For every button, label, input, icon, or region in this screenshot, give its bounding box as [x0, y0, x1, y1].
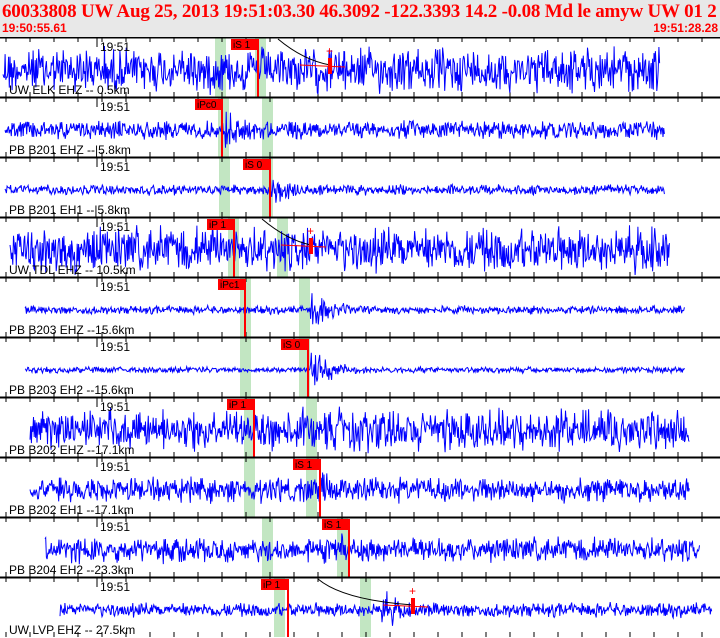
trace-row[interactable]: iS 0 19:51 PB B201 EH1 --|5.8km	[0, 156, 720, 217]
trace-row[interactable]: iPc0 19:51 PB B201 EHZ --|5.8km	[0, 96, 720, 157]
waveform	[4, 173, 665, 203]
station-label: UW TDL EHZ -- 10.5km	[9, 263, 136, 277]
trace-row[interactable]: + iP 1 19:51 UW TDL EHZ -- 10.5km	[0, 216, 720, 277]
time-label: 19:51	[100, 580, 130, 594]
station-label: PB B203 EHZ --15.6km	[9, 323, 134, 337]
time-label: 19:51	[100, 280, 130, 294]
trace-row[interactable]: iPc1 19:51 PB B203 EHZ --15.6km	[0, 276, 720, 337]
station-label: PB B204 EH2 --23.3km	[9, 563, 134, 577]
phase-window	[360, 577, 371, 637]
station-label: PB B202 EHZ --17.1km	[9, 443, 134, 457]
station-label: PB B202 EH1 --17.1km	[9, 503, 134, 517]
time-label: 19:51	[100, 460, 130, 474]
trace-row[interactable]: iS 0 19:51 PB B203 EH2 --15.6km	[0, 336, 720, 397]
amplitude-marker	[328, 58, 332, 74]
amp-plus-icon: +	[326, 44, 333, 58]
pick-label: iS 1	[295, 460, 313, 471]
pick-label: iS 1	[324, 520, 342, 531]
amp-plus-icon: +	[307, 224, 314, 238]
pick-label: iPc0	[197, 100, 217, 111]
event-title: 60033808 UW Aug 25, 2013 19:51:03.30 46.…	[2, 1, 717, 22]
pick-label: iS 1	[233, 40, 251, 51]
amplitude-marker	[309, 238, 313, 254]
coda-curve	[277, 38, 331, 66]
station-label: PB B201 EH1 --|5.8km	[9, 203, 130, 217]
waveform	[44, 533, 700, 565]
pick-label: iP 1	[263, 580, 280, 591]
pick-label: iS 0	[283, 340, 301, 351]
time-label: 19:51	[100, 520, 130, 534]
time-label: 19:51	[100, 100, 130, 114]
station-label: UW ELK EHZ -- 0.5km	[9, 83, 130, 97]
amp-plus-icon: +	[409, 584, 416, 598]
trace-row[interactable]: + iS 1 19:51 UW ELK EHZ -- 0.5km	[0, 37, 720, 97]
end-time: 19:51:28.28	[653, 21, 718, 35]
start-time: 19:50:55.61	[2, 21, 67, 35]
trace-row[interactable]: iS 1 19:51 PB B204 EH2 --23.3km	[0, 516, 720, 577]
event-header: 60033808 UW Aug 25, 2013 19:51:03.30 46.…	[0, 0, 720, 37]
station-label: PB B201 EHZ --|5.8km	[9, 143, 131, 157]
station-label: PB B203 EH2 --15.6km	[9, 383, 134, 397]
time-label: 19:51	[100, 160, 130, 174]
waveform	[24, 352, 685, 386]
waveform	[59, 591, 713, 626]
pick-label: iP 1	[229, 400, 246, 411]
waveform	[29, 472, 690, 504]
pick-label: iP 1	[209, 220, 226, 231]
trace-row[interactable]: + iP 1 19:51 UW LVP EHZ -- 27.5km	[0, 576, 720, 637]
station-label: UW LVP EHZ -- 27.5km	[9, 623, 135, 637]
trace-row[interactable]: iS 1 19:51 PB B202 EH1 --17.1km	[0, 456, 720, 517]
time-label: 19:51	[100, 400, 130, 414]
phase-window	[240, 337, 251, 397]
pick-label: iPc1	[220, 280, 240, 291]
seismogram-panel[interactable]: + iS 1 19:51 UW ELK EHZ -- 0.5km iPc0 19:51 PB…	[0, 37, 720, 638]
time-label: 19:51	[100, 220, 130, 234]
pick-label: iS 0	[245, 160, 263, 171]
waveform	[24, 293, 685, 325]
time-label: 19:51	[100, 40, 130, 54]
amplitude-marker	[411, 598, 415, 614]
trace-row[interactable]: iP 1 19:51 PB B202 EHZ --17.1km	[0, 396, 720, 457]
time-label: 19:51	[100, 340, 130, 354]
